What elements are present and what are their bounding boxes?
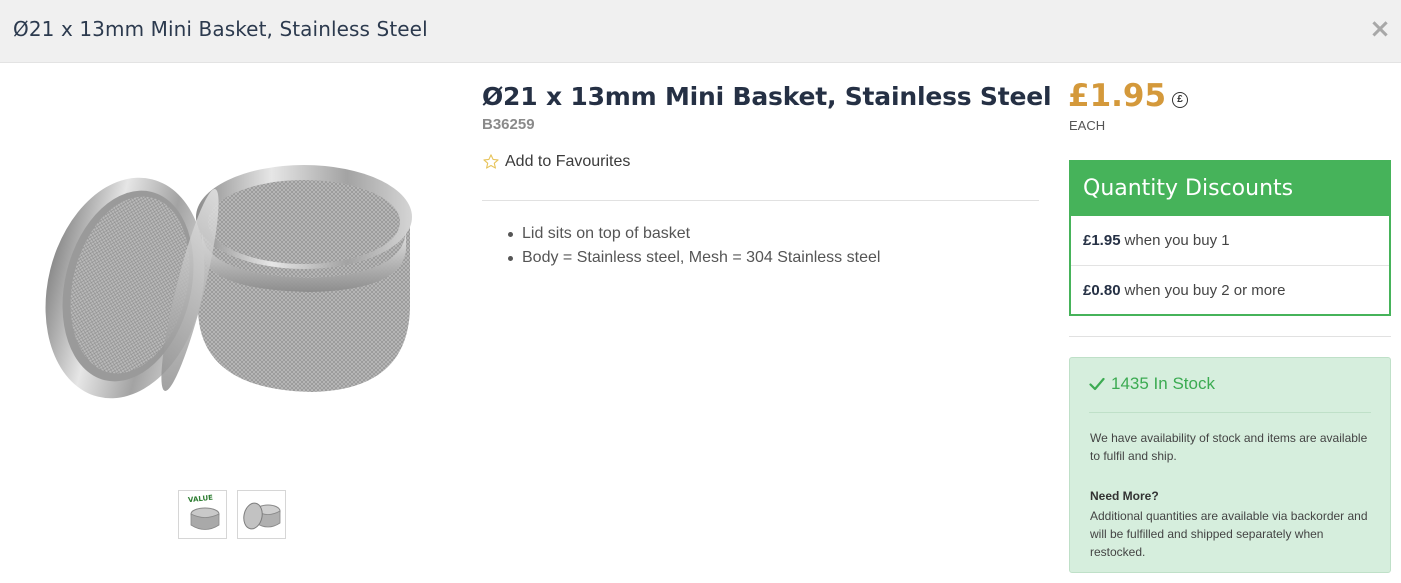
stock-panel: 1435 In Stock We have availability of st… (1069, 357, 1391, 573)
close-icon[interactable]: × (1369, 14, 1391, 44)
feature-item: Lid sits on top of basket (507, 222, 880, 246)
star-icon (483, 154, 499, 169)
divider (1069, 336, 1391, 337)
discount-row: £0.80 when you buy 2 or more (1071, 265, 1389, 314)
basket-thumbnail-icon (243, 502, 281, 530)
modal-title: Ø21 x 13mm Mini Basket, Stainless Steel (13, 17, 428, 41)
basket-thumbnail-icon (190, 507, 220, 530)
product-main-image[interactable] (40, 140, 420, 410)
product-title: Ø21 x 13mm Mini Basket, Stainless Steel (482, 82, 1052, 111)
add-to-favourites-button[interactable]: Add to Favourites (482, 153, 630, 171)
discount-condition: when you buy 1 (1124, 232, 1230, 249)
need-more-text: Additional quantities are available via … (1090, 509, 1368, 559)
discount-price: £0.80 (1083, 281, 1121, 299)
quantity-discounts-title: Quantity Discounts (1071, 162, 1389, 216)
product-price: £1.95 (1068, 78, 1167, 114)
price-row: £1.95 £ (1068, 78, 1189, 114)
quantity-discounts-panel: Quantity Discounts £1.95 when you buy 1 … (1069, 160, 1391, 316)
stock-count: 1435 In Stock (1111, 374, 1215, 393)
thumbnail-value-basket[interactable]: VALUE (178, 490, 227, 539)
discount-price: £1.95 (1083, 232, 1121, 249)
basket-image (45, 165, 412, 399)
currency-icon[interactable]: £ (1172, 92, 1189, 108)
product-sku: B36259 (482, 116, 535, 133)
modal-header: Ø21 x 13mm Mini Basket, Stainless Steel … (0, 0, 1401, 63)
add-to-favourites-label: Add to Favourites (505, 153, 631, 170)
thumbnail-basket[interactable] (237, 490, 286, 539)
divider (482, 200, 1039, 201)
availability-text: We have availability of stock and items … (1090, 431, 1368, 463)
stock-status: 1435 In Stock (1089, 374, 1215, 394)
feature-item: Body = Stainless steel, Mesh = 304 Stain… (507, 246, 880, 270)
need-more-title: Need More? (1090, 489, 1159, 503)
price-unit: EACH (1069, 118, 1106, 133)
thumbnail-strip: VALUE (178, 490, 286, 539)
check-icon (1089, 377, 1105, 391)
stock-divider (1089, 412, 1371, 413)
feature-list: Lid sits on top of basket Body = Stainle… (507, 222, 880, 270)
discount-row: £1.95 when you buy 1 (1071, 216, 1389, 265)
discount-condition: when you buy 2 or more (1124, 281, 1286, 299)
